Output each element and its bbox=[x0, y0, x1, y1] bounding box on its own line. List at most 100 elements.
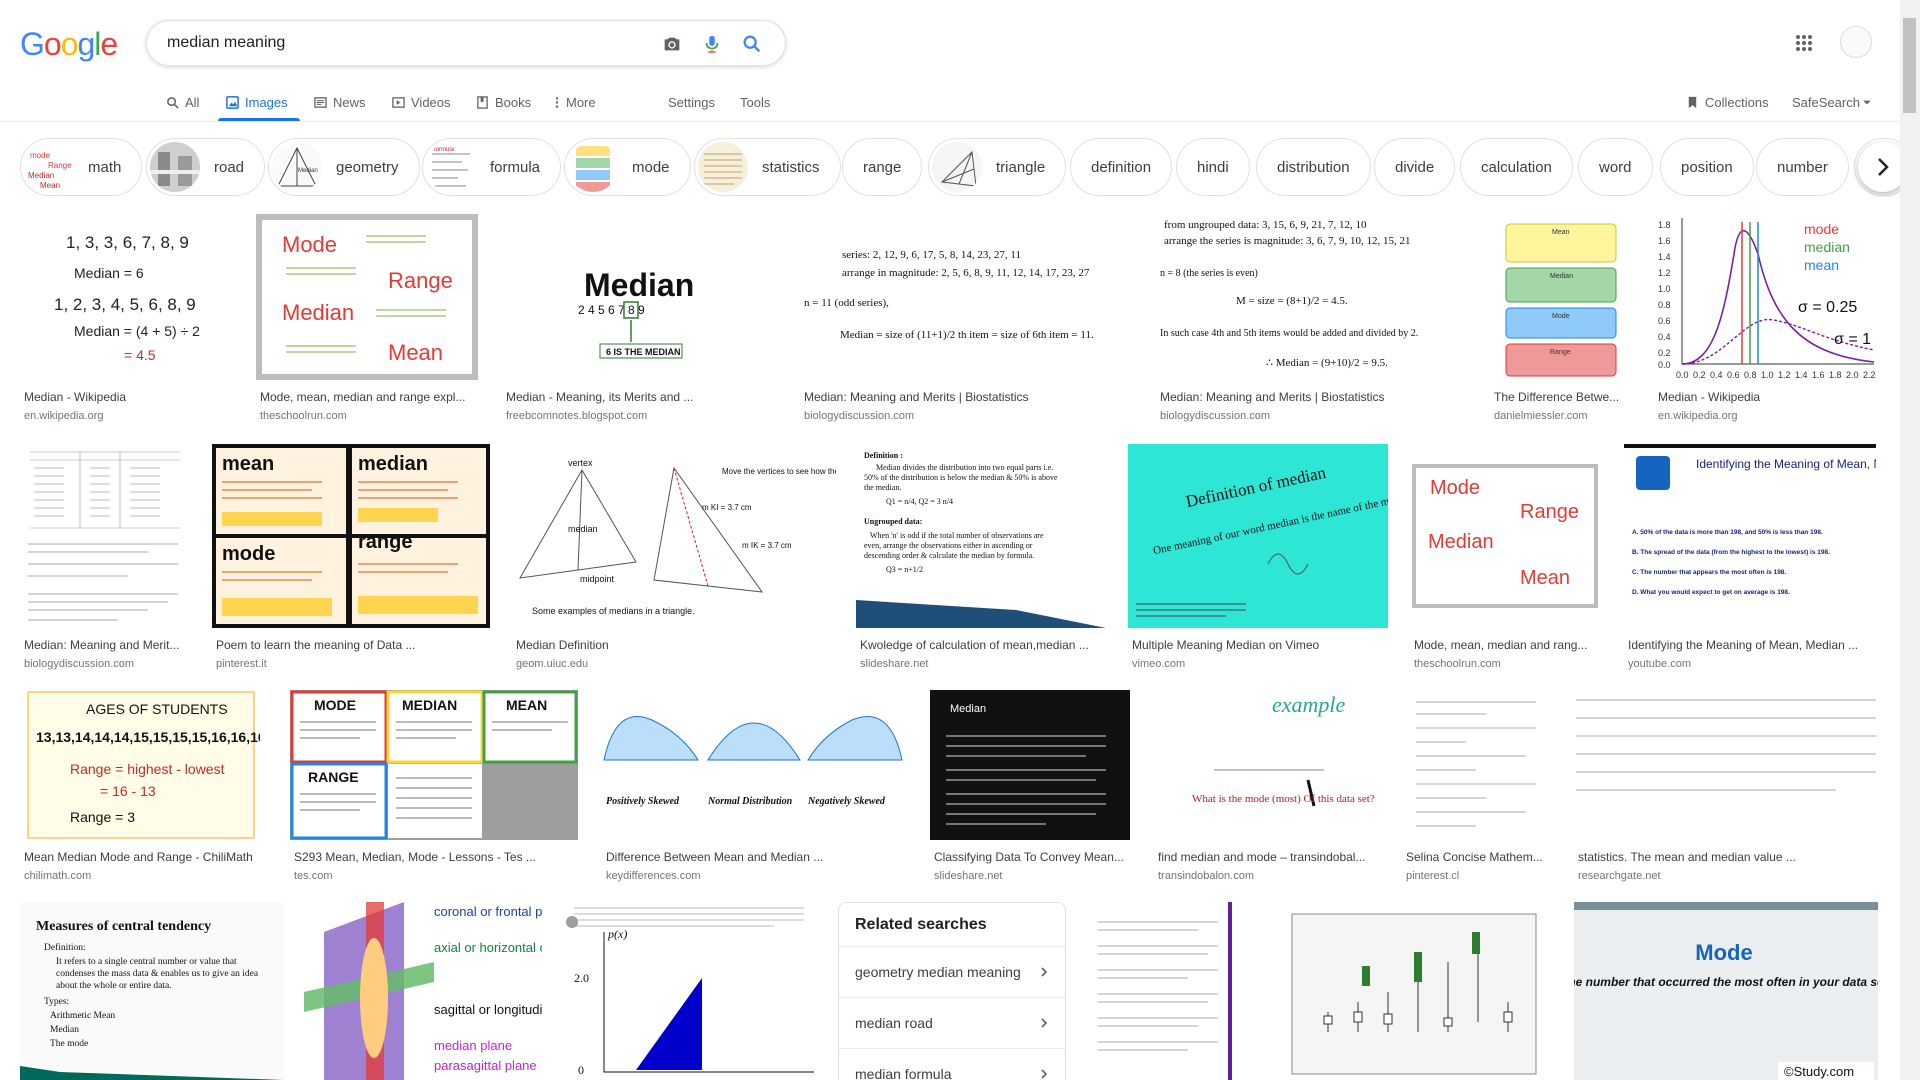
image-result[interactable]: Mode the number that occurred the most o… bbox=[1574, 902, 1878, 1080]
microphone-icon[interactable] bbox=[701, 33, 723, 55]
result-title[interactable]: Mode, mean, median and rang... bbox=[1414, 638, 1600, 652]
tab-more[interactable]: More bbox=[554, 92, 596, 112]
chip-word[interactable]: word bbox=[1578, 138, 1653, 196]
chip-calculation[interactable]: calculation bbox=[1460, 138, 1573, 196]
image-result[interactable]: Positively Skewed Normal Distribution Ne… bbox=[602, 690, 906, 884]
result-title[interactable]: Mean Median Mode and Range - ChiliMath bbox=[24, 850, 260, 864]
result-title[interactable]: Classifying Data To Convey Mean... bbox=[934, 850, 1130, 864]
result-title[interactable]: Median: Meaning and Merit... bbox=[24, 638, 192, 652]
chip-hindi[interactable]: hindi bbox=[1176, 138, 1250, 196]
image-result[interactable]: Mean Median Mode Range The Difference Be… bbox=[1490, 214, 1634, 424]
safesearch-dropdown[interactable]: SafeSearch bbox=[1792, 92, 1871, 112]
result-thumbnail: from ungrouped data: 3, 15, 6, 9, 21, 7,… bbox=[1156, 214, 1470, 380]
chip-range[interactable]: range bbox=[842, 138, 923, 196]
image-result[interactable]: p(x) 2.0 0 bbox=[564, 902, 816, 1080]
result-title[interactable]: Median - Meaning, its Merits and ... bbox=[506, 390, 778, 404]
svg-text:Mode: Mode bbox=[1695, 940, 1752, 965]
scrollbar-thumb[interactable] bbox=[1903, 18, 1916, 113]
chip-road[interactable]: road bbox=[146, 138, 266, 196]
chip-triangle[interactable]: triangle bbox=[928, 138, 1067, 196]
image-result[interactable]: Definition : Median divides the distribu… bbox=[856, 444, 1106, 670]
image-result[interactable]: AGES OF STUDENTS 13,13,14,14,14,15,15,15… bbox=[20, 690, 260, 884]
result-title[interactable]: find median and mode – transindobal... bbox=[1158, 850, 1380, 864]
related-search-label: median road bbox=[855, 1015, 933, 1031]
result-title[interactable]: Median - Wikipedia bbox=[1658, 390, 1878, 404]
image-result[interactable] bbox=[1258, 902, 1550, 1080]
chip-math[interactable]: mode Range Median Mean math bbox=[20, 138, 143, 196]
image-result[interactable]: example What is the mode (most) Of this … bbox=[1154, 690, 1380, 884]
image-result[interactable]: Definition of median One meaning of our … bbox=[1128, 444, 1388, 670]
svg-text:example: example bbox=[1272, 692, 1346, 717]
image-result[interactable]: coronal or frontal plane axial or horizo… bbox=[304, 902, 542, 1080]
chip-distribution[interactable]: distribution bbox=[1256, 138, 1371, 196]
related-search-item[interactable]: median road bbox=[839, 998, 1065, 1049]
result-title[interactable]: Selina Concise Mathem... bbox=[1406, 850, 1556, 864]
chip-definition[interactable]: definition bbox=[1070, 138, 1173, 196]
image-result[interactable]: Median: Meaning and Merit... biologydisc… bbox=[20, 444, 192, 670]
image-result[interactable]: 1, 3, 3, 6, 7, 8, 9 Median = 6 1, 2, 3, … bbox=[20, 214, 236, 424]
search-icon[interactable] bbox=[741, 33, 763, 55]
chip-number[interactable]: number bbox=[1756, 138, 1849, 196]
result-title[interactable]: Identifying the Meaning of Mean, Median … bbox=[1628, 638, 1876, 652]
result-thumbnail: mode median mean σ = 0.25 σ = 1 1.8 1.6 1.… bbox=[1654, 214, 1880, 380]
google-logo[interactable]: Google bbox=[20, 26, 118, 63]
image-result[interactable]: MODE MEDIAN MEAN RANGE S293 Mean, Median… bbox=[290, 690, 578, 884]
image-result[interactable] bbox=[1088, 902, 1232, 1080]
result-title[interactable]: S293 Mean, Median, Mode - Lessons - Tes … bbox=[294, 850, 578, 864]
result-title[interactable]: Median - Wikipedia bbox=[24, 390, 234, 404]
image-result[interactable]: series: 2, 12, 9, 6, 17, 5, 8, 14, 23, 2… bbox=[800, 214, 1136, 424]
related-search-item[interactable]: geometry median meaning bbox=[839, 947, 1065, 998]
search-input[interactable]: median meaning bbox=[167, 34, 285, 52]
image-result[interactable]: Mode Range Median Mean Mode, mean, media… bbox=[256, 214, 478, 424]
tab-all[interactable]: All bbox=[166, 92, 199, 112]
result-title[interactable]: Median: Meaning and Merits | Biostatisti… bbox=[804, 390, 1134, 404]
svg-text:Positively Skewed: Positively Skewed bbox=[606, 796, 680, 807]
result-title[interactable]: Median Definition bbox=[516, 638, 834, 652]
chip-geometry[interactable]: Median geometry bbox=[268, 138, 420, 196]
image-result[interactable]: Measures of central tendency Definition:… bbox=[20, 902, 284, 1080]
page-scrollbar[interactable] bbox=[1900, 0, 1920, 1080]
image-result[interactable]: vertex median midpoint Move the vertices… bbox=[512, 444, 836, 670]
svg-text:2.2: 2.2 bbox=[1863, 370, 1876, 380]
svg-text:about the whole or entire data: about the whole or entire data. bbox=[56, 981, 172, 991]
result-title[interactable]: Median: Meaning and Merits | Biostatisti… bbox=[1160, 390, 1470, 404]
chip-divide[interactable]: divide bbox=[1374, 138, 1456, 196]
svg-text:the median.: the median. bbox=[864, 483, 901, 492]
chip-statistics[interactable]: statistics bbox=[694, 138, 841, 196]
result-title[interactable]: Mode, mean, median and range expl... bbox=[260, 390, 478, 404]
chip-label: divide bbox=[1395, 158, 1435, 176]
image-result[interactable]: mode median mean σ = 0.25 σ = 1 1.8 1.6 1.… bbox=[1654, 214, 1880, 424]
chip-position[interactable]: position bbox=[1660, 138, 1754, 196]
image-result[interactable]: Median Classifying Data To Convey Mean..… bbox=[930, 690, 1130, 884]
image-result[interactable]: from ungrouped data: 3, 15, 6, 9, 21, 7,… bbox=[1156, 214, 1470, 424]
image-result[interactable]: Selina Concise Mathem... pinterest.cl bbox=[1402, 690, 1556, 884]
image-result[interactable]: mean median mode range Poem to learn the… bbox=[212, 444, 490, 670]
tools-link[interactable]: Tools bbox=[740, 92, 770, 112]
result-title[interactable]: Kwoledge of calculation of mean,median .… bbox=[860, 638, 1106, 652]
settings-link[interactable]: Settings bbox=[668, 92, 715, 112]
account-avatar[interactable] bbox=[1840, 26, 1872, 58]
image-result[interactable]: Identifying the Meaning of Mean, Median … bbox=[1624, 444, 1876, 670]
related-search-item[interactable]: median formula bbox=[839, 1049, 1065, 1080]
chip-formula[interactable]: formula formula bbox=[422, 138, 562, 196]
svg-text:Definition:: Definition: bbox=[44, 942, 86, 953]
search-box[interactable]: median meaning bbox=[146, 20, 786, 66]
result-title[interactable]: Multiple Meaning Median on Vimeo bbox=[1132, 638, 1388, 652]
svg-text:6 IS THE MEDIAN: 6 IS THE MEDIAN bbox=[606, 347, 681, 357]
camera-icon[interactable] bbox=[661, 33, 683, 55]
result-title[interactable]: Poem to learn the meaning of Data ... bbox=[216, 638, 488, 652]
image-result[interactable]: Mode Range Median Mean Mode, mean, media… bbox=[1410, 444, 1600, 670]
tab-books[interactable]: Books bbox=[476, 92, 531, 112]
tab-images[interactable]: Images bbox=[226, 92, 288, 112]
result-title[interactable]: Difference Between Mean and Median ... bbox=[606, 850, 906, 864]
svg-text:σ = 0.25: σ = 0.25 bbox=[1798, 299, 1857, 316]
chip-mode[interactable]: mode bbox=[564, 138, 691, 196]
tab-videos[interactable]: Videos bbox=[392, 92, 451, 112]
result-title[interactable]: The Difference Betwe... bbox=[1494, 390, 1634, 404]
apps-grid-icon[interactable] bbox=[1795, 34, 1813, 52]
image-result[interactable]: Median 2 4 5 6 7 8 9 6 IS THE MEDIAN Med… bbox=[502, 214, 780, 424]
tab-news[interactable]: News bbox=[314, 92, 366, 112]
collections-link[interactable]: Collections bbox=[1686, 92, 1769, 112]
result-title[interactable]: statistics. The mean and median value ..… bbox=[1578, 850, 1878, 864]
image-result[interactable]: statistics. The mean and median value ..… bbox=[1574, 690, 1878, 884]
